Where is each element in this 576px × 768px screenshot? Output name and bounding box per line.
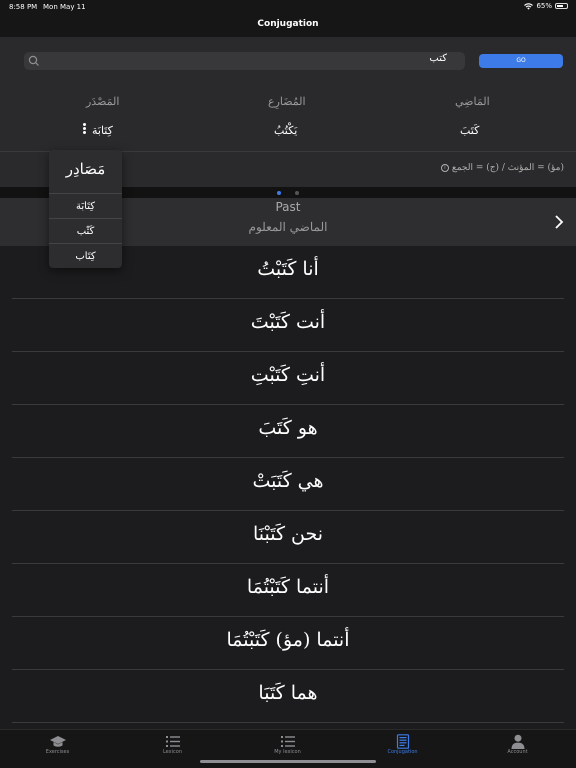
go-button[interactable]: GO <box>479 54 563 68</box>
past-form-header: المَاضِي <box>455 95 490 108</box>
page-title: Conjugation <box>257 19 319 29</box>
present-form-value[interactable]: يَكْتُبُ <box>274 124 297 137</box>
status-time: 8:58 PM <box>9 3 38 11</box>
conjugation-text: أنت كَتَبْتَ <box>250 311 326 333</box>
list-icon <box>280 736 295 747</box>
home-indicator <box>200 760 376 763</box>
status-indicators: 65% <box>524 2 568 10</box>
person-icon <box>511 734 524 749</box>
search-value: كتب <box>429 53 447 64</box>
masdar-dropdown: مَصَادِر كِتَابَة كَتْب كِتَاب <box>49 150 122 268</box>
conjugation-text: هو كَتَبَ <box>258 417 318 439</box>
list-item[interactable]: أنتما كَتَبْتُمَا <box>12 564 564 617</box>
list-item[interactable]: هو كَتَبَ <box>12 405 564 458</box>
legend: i (مؤ) = المؤنث / (ج) = الجمع <box>440 163 564 173</box>
present-form-header: المُضَارِع <box>268 95 306 108</box>
list-item[interactable]: أنتِ كَتَبْتِ <box>12 352 564 405</box>
dropdown-item[interactable]: كِتَاب <box>49 243 122 268</box>
list-item[interactable]: أنتما (مؤ) كَتَبْتُمَا <box>12 617 564 670</box>
list-item[interactable]: أنت كَتَبْتَ <box>12 299 564 352</box>
list-item[interactable]: هي كَتَبَتْ <box>12 458 564 511</box>
tab-label: My lexicon <box>274 749 301 755</box>
conjugation-text: أنتما (مؤ) كَتَبْتُمَا <box>226 629 350 651</box>
search-input[interactable]: كتب <box>24 52 465 70</box>
tab-account[interactable]: Account <box>460 730 575 768</box>
masdar-form-header: المَصْدَر <box>86 95 120 108</box>
tab-exercises[interactable]: Exercises <box>0 730 115 768</box>
chevron-right-icon[interactable] <box>554 215 564 229</box>
status-date: Mon May 11 <box>43 3 86 11</box>
search-area: كتب GO <box>0 38 576 83</box>
navigation-bar: Conjugation <box>0 14 576 38</box>
dropdown-item[interactable]: كِتَابَة <box>49 193 122 218</box>
battery-icon <box>555 3 568 9</box>
tab-label: Conjugation <box>387 749 418 755</box>
graduation-cap-icon <box>49 736 66 747</box>
battery-percent: 65% <box>536 2 552 10</box>
wifi-icon <box>524 2 534 10</box>
status-bar: 8:58 PM Mon May 11 65% <box>0 0 576 14</box>
conjugation-text: أنتِ كَتَبْتِ <box>250 364 326 386</box>
past-form-value[interactable]: كَتَبَ <box>460 124 479 137</box>
conjugation-list: أنا كَتَبْتُ أنت كَتَبْتَ أنتِ كَتَبْتِ … <box>0 246 576 723</box>
masdar-form-value[interactable]: كِتَابَة <box>92 124 113 137</box>
dropdown-item[interactable]: كَتْب <box>49 218 122 243</box>
tab-label: Account <box>507 749 528 755</box>
document-icon <box>396 734 409 749</box>
list-icon <box>165 736 180 747</box>
list-item[interactable]: هما كَتَبَا <box>12 670 564 723</box>
list-item[interactable]: نحن كَتَبْنَا <box>12 511 564 564</box>
page-dot-active[interactable] <box>277 191 281 195</box>
conjugation-text: نحن كَتَبْنَا <box>252 523 324 545</box>
dropdown-title: مَصَادِر <box>65 160 106 178</box>
tab-label: Lexicon <box>162 749 182 755</box>
conjugation-text: هي كَتَبَتْ <box>252 470 324 492</box>
more-vertical-icon[interactable] <box>83 123 87 137</box>
info-icon: i <box>440 164 449 172</box>
legend-text: (مؤ) = المؤنث / (ج) = الجمع <box>451 163 564 173</box>
conjugation-text: أنتما كَتَبْتُمَا <box>246 576 330 598</box>
search-icon <box>28 55 39 66</box>
conjugation-text: هما كَتَبَا <box>258 682 318 704</box>
tab-label: Exercises <box>45 749 70 755</box>
page-dot[interactable] <box>295 191 299 195</box>
